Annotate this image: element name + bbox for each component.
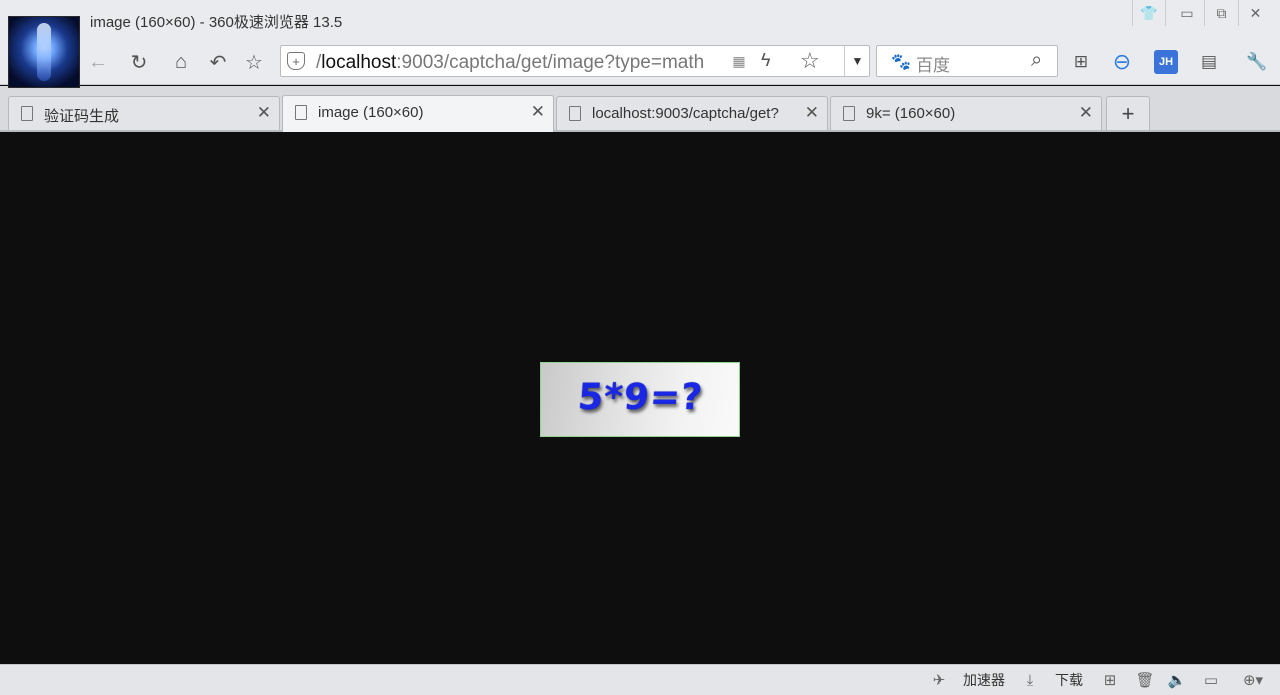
address-dropdown-icon[interactable]: ▼ [844, 46, 870, 76]
apps-grid-icon[interactable]: ⊞ [1068, 49, 1094, 75]
zoom-icon[interactable]: ⊕▾ [1236, 669, 1270, 691]
close-window-button[interactable]: ✕ [1238, 0, 1272, 26]
tab-captcha-generator[interactable]: 验证码生成 ✕ [8, 96, 280, 130]
url-host: localhost [321, 52, 397, 73]
download-label[interactable]: 下载 [1055, 670, 1083, 690]
tab-9k-image[interactable]: 9k= (160×60) ✕ [830, 96, 1102, 130]
title-bar: image (160×60) - 360极速浏览器 13.5 👕 ▭ ⧉ ✕ [0, 0, 1280, 87]
page-file-icon [21, 106, 33, 121]
page-file-icon [843, 106, 855, 121]
tab-captcha-get[interactable]: localhost:9003/captcha/get? ✕ [556, 96, 828, 130]
status-bar: ✈ 加速器 ⤓ 下载 ⊞ 🗑 🔈 ▭ ⊕▾ [0, 664, 1280, 695]
address-bar[interactable]: + /localhost:9003/captcha/get/image?type… [280, 45, 870, 77]
jh-icon[interactable]: JH [1154, 50, 1178, 74]
accelerator-icon[interactable]: ✈ [928, 669, 950, 691]
tools-icon[interactable]: 🔧 [1240, 49, 1274, 75]
captcha-image: 5*9=? [540, 362, 740, 437]
tab-close-icon[interactable]: ✕ [257, 103, 271, 123]
browser-logo[interactable] [9, 17, 79, 87]
window-controls: 👕 ▭ ⧉ ✕ [1132, 0, 1272, 26]
download-icon[interactable]: ⤓ [1019, 669, 1041, 691]
new-tab-button[interactable]: + [1106, 96, 1150, 130]
tab-bar: 验证码生成 ✕ image (160×60) ✕ localhost:9003/… [0, 86, 1280, 132]
search-box[interactable]: 🐾 百度 ⌕ [876, 45, 1058, 77]
page-file-icon [295, 105, 307, 120]
minimize-button[interactable]: ▭ [1170, 0, 1204, 26]
page-file-icon [569, 106, 581, 121]
page-content: 5*9=? [0, 133, 1280, 664]
favorites-button[interactable]: ☆ [240, 48, 268, 76]
back-button[interactable]: ← [84, 48, 112, 76]
adblock-icon[interactable]: ⊖ [1109, 49, 1135, 75]
accelerator-label[interactable]: 加速器 [963, 670, 1005, 690]
qr-code-icon[interactable]: ▦ [730, 52, 748, 70]
home-button[interactable]: ⌂ [167, 48, 195, 76]
search-input[interactable]: 百度 [916, 51, 950, 76]
tab-close-icon[interactable]: ✕ [805, 103, 819, 123]
security-shield-icon[interactable]: + [287, 52, 305, 70]
speed-mode-icon[interactable]: ϟ [761, 50, 771, 71]
tab-label: 验证码生成 [44, 108, 120, 125]
url-text[interactable]: /localhost:9003/captcha/get/image?type=m… [316, 52, 704, 74]
bookmark-star-icon[interactable]: ☆ [800, 48, 820, 74]
tab-close-icon[interactable]: ✕ [1079, 103, 1093, 123]
tab-close-icon[interactable]: ✕ [531, 102, 545, 122]
volume-icon[interactable]: 🔈 [1166, 669, 1188, 691]
baidu-paw-icon[interactable]: 🐾 [891, 52, 911, 72]
skin-button[interactable]: 👕 [1132, 0, 1166, 26]
tab-label: image (160×60) [318, 104, 424, 121]
tab-image[interactable]: image (160×60) ✕ [282, 95, 554, 132]
navigation-toolbar: ← ↻ ⌂ ↶ ☆ + /localhost:9003/captcha/get/… [0, 40, 1280, 85]
window-title: image (160×60) - 360极速浏览器 13.5 [90, 14, 343, 31]
refresh-button[interactable]: ↻ [125, 48, 153, 76]
trash-icon[interactable]: 🗑 [1134, 669, 1156, 691]
tab-label: 9k= (160×60) [866, 105, 956, 122]
restore-button[interactable]: ⧉ [1204, 0, 1238, 26]
window-mode-icon[interactable]: ▭ [1200, 669, 1222, 691]
tab-label: localhost:9003/captcha/get? [592, 105, 779, 122]
url-rest: :9003/captcha/get/image?type=math [396, 52, 705, 73]
captcha-text: 5*9=? [576, 377, 704, 418]
undo-close-button[interactable]: ↶ [204, 48, 232, 76]
notes-icon[interactable]: ▤ [1196, 49, 1222, 75]
search-icon[interactable]: ⌕ [1031, 49, 1042, 72]
screenshot-icon[interactable]: ⊞ [1099, 669, 1121, 691]
